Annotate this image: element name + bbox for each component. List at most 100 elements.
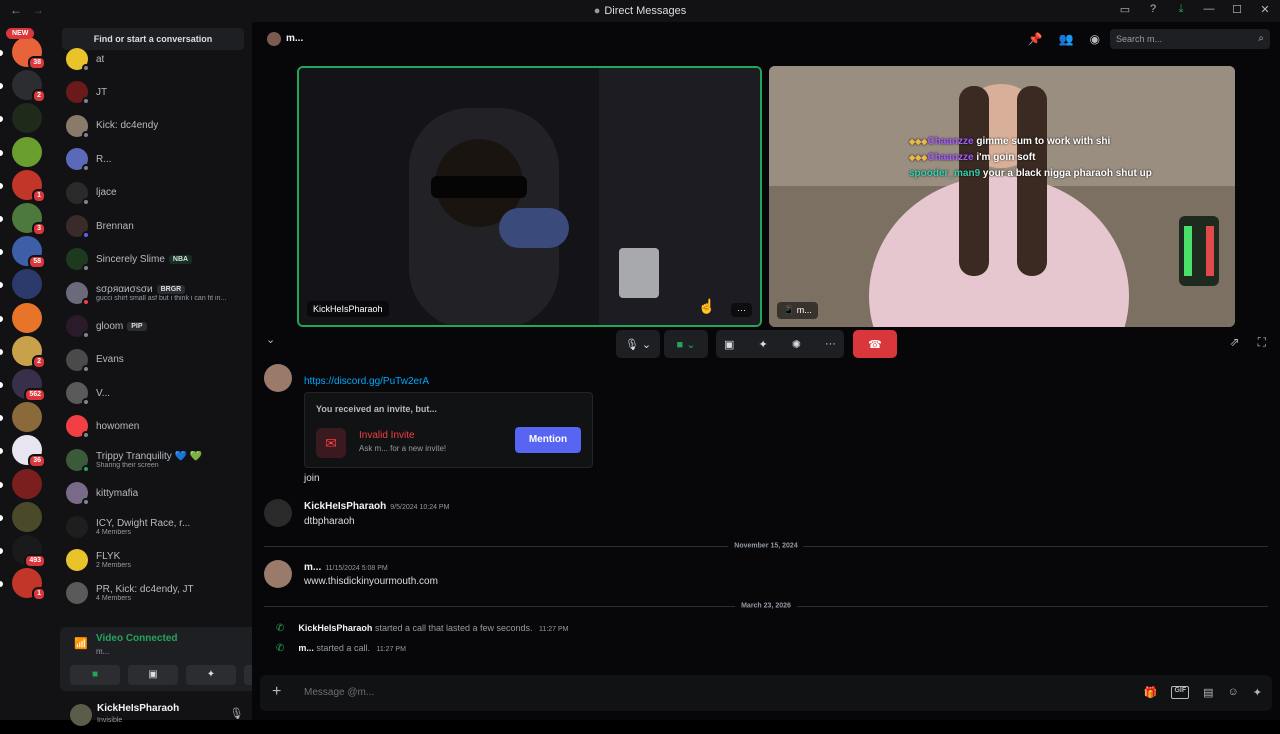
camera-button[interactable]: ■ — [70, 665, 120, 685]
server-icon[interactable] — [0, 501, 42, 532]
close-button[interactable]: ✕ — [1258, 3, 1272, 16]
dm-item[interactable]: howomen — [62, 411, 244, 441]
message-avatar[interactable] — [264, 499, 292, 527]
video-feed-self — [299, 68, 760, 325]
author-name[interactable]: KickHeIsPharaoh — [304, 501, 386, 512]
fullscreen-icon[interactable]: ⛶ — [1258, 335, 1266, 350]
server-icon[interactable]: 1 — [0, 568, 46, 602]
download-icon[interactable]: ⤓ — [1174, 3, 1188, 16]
server-icon[interactable]: 2 — [0, 70, 46, 104]
overlay-message: gimme sum to work with shi — [976, 136, 1111, 147]
server-icon[interactable] — [0, 302, 42, 333]
server-icon[interactable]: 38 — [0, 37, 46, 70]
screen-share-icon[interactable]: ▣ — [724, 338, 734, 351]
status-indicator — [82, 97, 90, 106]
dm-item[interactable]: JT — [62, 77, 244, 107]
server-icon[interactable]: 1 — [0, 169, 46, 203]
profile-icon[interactable]: ◉ — [1090, 32, 1100, 46]
activity-icon[interactable]: ✦ — [758, 338, 767, 351]
user-name[interactable]: KickHeIsPharaoh — [97, 703, 179, 714]
sticker-icon[interactable]: ▤ — [1203, 686, 1213, 699]
status-indicator — [82, 130, 90, 139]
voice-channel[interactable]: m... — [96, 647, 109, 656]
dm-item[interactable]: kittymafia — [62, 478, 244, 508]
server-icon[interactable]: 493 — [0, 535, 46, 568]
dm-item[interactable]: PR, Kick: dc4endy, JT 4 Members — [62, 578, 244, 608]
dm-item[interactable]: ICY, Dwight Race, r... 4 Members — [62, 512, 244, 542]
search-input[interactable]: Search m... ⌕ — [1110, 29, 1270, 49]
tile-more-button[interactable]: ··· — [731, 303, 752, 317]
author-name[interactable]: m... — [298, 643, 314, 653]
mic-button[interactable]: 🎙 ⌄ — [616, 330, 660, 358]
status-indicator — [82, 331, 90, 340]
activity-button[interactable]: ✦ — [186, 665, 236, 685]
inbox-icon[interactable]: ▭ — [1118, 3, 1132, 16]
server-icon[interactable]: 36 — [0, 435, 46, 469]
more-options-icon[interactable]: ··· — [825, 338, 836, 350]
apps-icon[interactable]: ✦ — [1253, 686, 1262, 699]
server-icon[interactable] — [0, 269, 42, 300]
dm-item[interactable]: ѕσρяαиσѕσи BRGR gucci shirt small asf but … — [62, 278, 244, 308]
server-icon[interactable]: 58 — [0, 236, 46, 270]
dm-item[interactable]: FLYK 2 Members — [62, 545, 244, 575]
server-icon[interactable] — [0, 103, 42, 134]
video-tile-other[interactable]: ◆◆◆Chaanzze gimme sum to work with shi ◆◆… — [769, 66, 1235, 327]
status-indicator — [82, 164, 90, 173]
dm-name-text: Brennan — [96, 220, 134, 232]
maximize-button[interactable]: ☐ — [1230, 3, 1244, 16]
soundboard-icon[interactable]: ✺ — [792, 338, 801, 351]
server-icon[interactable] — [0, 402, 42, 433]
popout-icon[interactable]: ⇗ — [1230, 335, 1240, 350]
message-avatar[interactable] — [264, 560, 292, 588]
dm-item[interactable]: Brennan — [62, 211, 244, 241]
dm-item[interactable]: Kick: dc4endy — [62, 111, 244, 141]
screen-share-button[interactable]: ▣ — [128, 665, 178, 685]
dm-name-text: V... — [96, 387, 111, 399]
emoji-icon[interactable]: ☺ — [1228, 686, 1239, 699]
dm-item[interactable]: Evans — [62, 345, 244, 375]
dm-name-text: at — [96, 53, 105, 65]
dm-name-text: FLYK — [96, 551, 121, 562]
mention-button[interactable]: Mention — [515, 427, 581, 453]
server-icon[interactable]: 2 — [0, 335, 46, 369]
invite-link[interactable]: https://discord.gg/PuTw2erA — [304, 376, 429, 387]
end-call-button[interactable]: ☎ — [853, 330, 897, 358]
add-friend-icon[interactable]: 👥 — [1059, 32, 1074, 46]
dm-item[interactable]: Trippy Tranquility 💙 💚 Sharing their scre… — [62, 445, 244, 475]
author-name[interactable]: KickHeIsPharaoh — [298, 623, 372, 633]
user-avatar[interactable] — [70, 704, 92, 726]
dm-item[interactable]: ljace — [62, 178, 244, 208]
video-tile-self[interactable]: KickHeIsPharaoh ··· — [297, 66, 762, 327]
dm-text: at — [96, 54, 104, 65]
timestamp: 11:27 PM — [376, 646, 406, 653]
dm-item[interactable]: R... — [62, 144, 244, 174]
header-name[interactable]: m... — [286, 33, 303, 44]
gift-icon[interactable]: 🎁 — [1144, 686, 1158, 699]
collapse-chevron-icon[interactable]: ⌄ — [266, 333, 275, 346]
dm-item[interactable]: at — [62, 44, 244, 74]
server-icon[interactable]: 562 — [0, 369, 46, 402]
server-icon[interactable] — [0, 136, 42, 167]
pin-icon[interactable]: 📌 — [1028, 32, 1043, 46]
dm-name-text: Sincerely Slime — [96, 253, 165, 265]
phone-icon: ✆ — [276, 643, 285, 654]
dm-item[interactable]: V... — [62, 378, 244, 408]
attach-plus-icon[interactable]: + — [272, 683, 281, 701]
help-icon[interactable]: ? — [1146, 3, 1160, 16]
signal-icon[interactable]: 📶 — [74, 637, 88, 650]
minimize-button[interactable]: — — [1202, 3, 1216, 16]
dm-item[interactable]: Sincerely Slime NBA — [62, 244, 244, 274]
gif-icon[interactable]: GIF — [1171, 686, 1190, 699]
message-avatar[interactable] — [264, 364, 292, 392]
chat-messages: https://discord.gg/PuTw2erA You received… — [252, 362, 1280, 676]
server-icon[interactable]: 3 — [0, 203, 46, 236]
voice-status[interactable]: Video Connected — [96, 633, 178, 644]
message-composer[interactable]: + Message @m... 🎁 GIF ▤ ☺ ✦ — [260, 675, 1272, 711]
author-name[interactable]: m... — [304, 562, 321, 573]
server-icon[interactable] — [0, 468, 42, 499]
microphone-icon[interactable]: 🎙 — [229, 707, 243, 720]
dm-item[interactable]: gloom PIP — [62, 311, 244, 341]
camera-toggle-button[interactable]: ■ ⌄ — [664, 330, 708, 358]
message-input[interactable]: Message @m... — [304, 687, 374, 698]
timestamp: 9/5/2024 10:24 PM — [390, 504, 450, 511]
